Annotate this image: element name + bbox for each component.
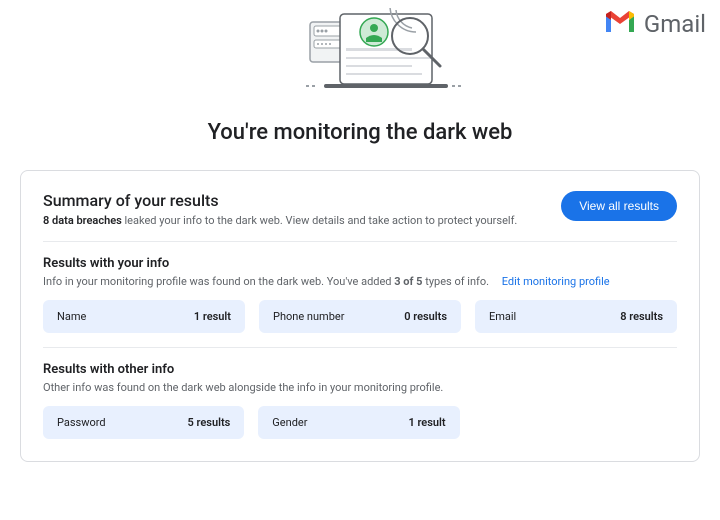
chip-label: Password — [57, 416, 106, 429]
results-card: Summary of your results 8 data breaches … — [20, 170, 700, 462]
chip-count: 5 results — [188, 416, 231, 429]
chip-count: 1 result — [408, 416, 445, 429]
chip-label: Gender — [272, 416, 307, 429]
chip-phone[interactable]: Phone number 0 results — [259, 300, 461, 333]
chip-gender[interactable]: Gender 1 result — [258, 406, 459, 439]
section-your-info-title: Results with your info — [43, 256, 677, 271]
section-other-info-title: Results with other info — [43, 362, 677, 377]
chip-password[interactable]: Password 5 results — [43, 406, 244, 439]
section-other-info-sub: Other info was found on the dark web alo… — [43, 381, 677, 394]
page-title: You're monitoring the dark web — [0, 120, 720, 145]
brand: Gmail — [604, 10, 706, 38]
summary-title: Summary of your results — [43, 191, 517, 210]
divider — [43, 241, 677, 242]
view-all-results-button[interactable]: View all results — [561, 191, 677, 221]
other-info-chips: Password 5 results Gender 1 result — [43, 406, 677, 439]
breach-count: 8 data breaches — [43, 214, 122, 227]
chip-label: Email — [489, 310, 516, 323]
edit-monitoring-profile-link[interactable]: Edit monitoring profile — [502, 275, 610, 288]
gmail-logo-icon — [604, 10, 636, 38]
chip-label: Phone number — [273, 310, 344, 323]
summary-header: Summary of your results 8 data breaches … — [43, 191, 677, 227]
summary-subtitle: 8 data breaches leaked your info to the … — [43, 214, 517, 227]
chip-email[interactable]: Email 8 results — [475, 300, 677, 333]
chip-name[interactable]: Name 1 result — [43, 300, 245, 333]
section-your-info-sub: Info in your monitoring profile was foun… — [43, 275, 677, 288]
your-info-chips: Name 1 result Phone number 0 results Ema… — [43, 300, 677, 333]
brand-name: Gmail — [644, 10, 706, 38]
divider — [43, 347, 677, 348]
chip-count: 1 result — [194, 310, 231, 323]
chip-count: 0 results — [404, 310, 447, 323]
chip-count: 8 results — [620, 310, 663, 323]
hero-illustration — [278, 8, 478, 104]
chip-label: Name — [57, 310, 86, 323]
